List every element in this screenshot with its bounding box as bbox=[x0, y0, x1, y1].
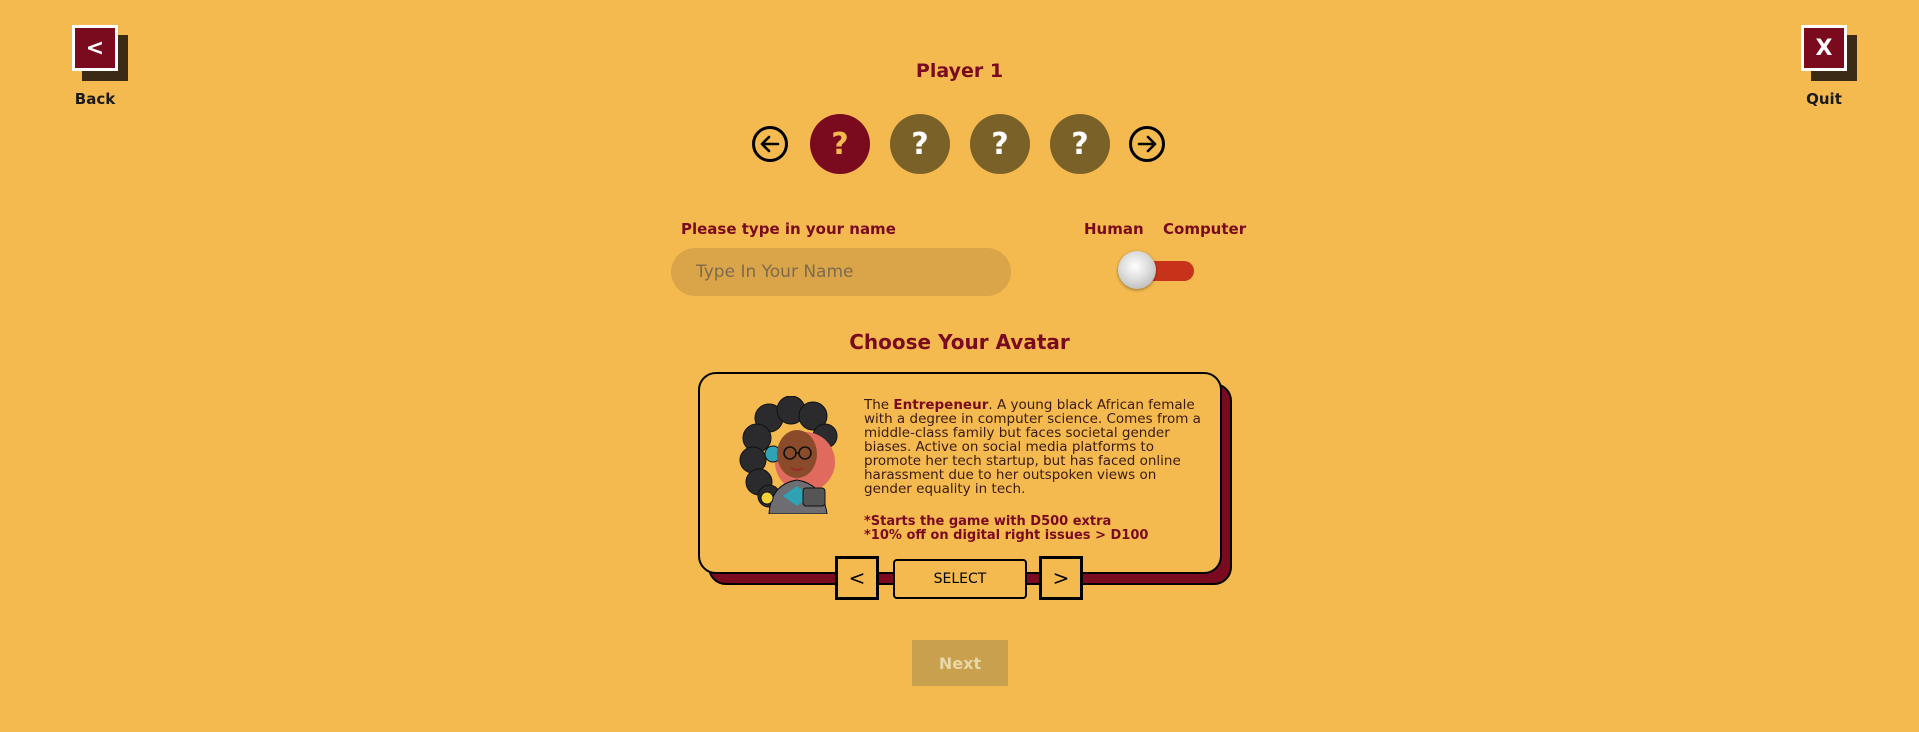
quit-label: Quit bbox=[1806, 90, 1842, 108]
player-slot-2[interactable]: ? bbox=[890, 114, 950, 174]
toggle-knob[interactable] bbox=[1118, 251, 1156, 289]
avatar-portrait bbox=[739, 396, 838, 514]
back-label: Back bbox=[74, 90, 116, 108]
prev-avatar-button[interactable]: < bbox=[835, 556, 879, 600]
avatar-description: The Entrepeneur. A young black African f… bbox=[864, 398, 1202, 496]
choose-avatar-title: Choose Your Avatar bbox=[849, 330, 1070, 354]
avatar-perk: *Starts the game with D500 extra bbox=[864, 514, 1112, 529]
toggle-label-human: Human bbox=[1084, 220, 1144, 238]
player-title: Player 1 bbox=[915, 60, 1004, 82]
player-slot-1[interactable]: ? bbox=[810, 114, 870, 174]
name-label: Please type in your name bbox=[681, 220, 896, 238]
avatar-perk: *10% off on digital right issues > D100 bbox=[864, 528, 1149, 543]
arrow-right-icon bbox=[1137, 135, 1157, 153]
next-button[interactable]: Next bbox=[912, 640, 1008, 686]
name-input[interactable] bbox=[671, 248, 1011, 296]
player-slot-3[interactable]: ? bbox=[970, 114, 1030, 174]
select-avatar-button[interactable]: SELECT bbox=[893, 559, 1027, 599]
prev-player-button[interactable] bbox=[752, 126, 788, 162]
next-avatar-button[interactable]: > bbox=[1039, 556, 1083, 600]
toggle-label-computer: Computer bbox=[1163, 220, 1247, 238]
arrow-left-icon bbox=[760, 135, 780, 153]
next-player-button[interactable] bbox=[1129, 126, 1165, 162]
avatar-desc-text: . A young black African female with a de… bbox=[864, 397, 1201, 497]
player-slot-4[interactable]: ? bbox=[1050, 114, 1110, 174]
avatar-perks: *Starts the game with D500 extra *10% of… bbox=[864, 515, 1148, 543]
